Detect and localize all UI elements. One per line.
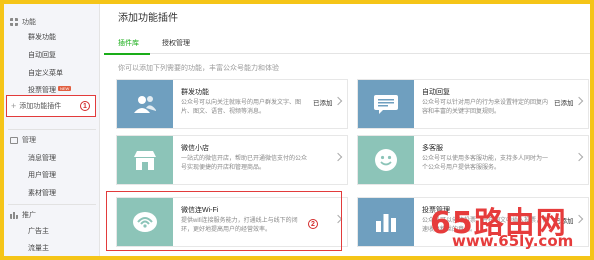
marker-1: 1 [80,101,90,111]
chevron-right-icon [333,152,343,162]
sidebar-item-broadcast[interactable]: 群发功能 [28,32,56,42]
sidebar-item-publisher[interactable]: 流量主 [28,243,49,253]
tab-plugin-library[interactable]: 插件库 [118,38,139,48]
chevron-right-icon [574,214,584,224]
section-label: 管理 [22,137,36,144]
plugin-card-customer-service[interactable]: 多客服 公众号可以使用多客服功能，支持多人同时为一个公众号用户提供客服服务。 [357,135,589,185]
sidebar-item-voting[interactable]: 投票管理 NEW [28,85,72,95]
card-description: 公众号可以使用多客服功能，支持多人同时为一个公众号用户提供客服服务。 [422,156,549,171]
card-description: 公众号可以针对用户的行为来设置特定的回复内容和丰富的关键字回复规则。 [422,100,549,115]
tab-bar: 插件库 授权管理 [104,36,590,54]
sidebar-item-label: 投票管理 [28,87,56,94]
chart-icon [10,211,18,219]
divider [8,204,96,205]
card-title: 微信小店 [181,145,209,152]
smile-icon [358,136,414,184]
bar-chart-icon [358,198,414,246]
wifi-highlight-box: 2 [106,191,342,251]
card-title: 多客服 [422,145,443,152]
card-title: 自动回复 [422,89,450,96]
intro-text: 你可以添加下列需要的功能，丰富公众号能力和体验 [118,65,279,72]
card-description: 公众号可以向关注就账号的用户群发文字、图片、图文、语音、视频等消息。 [181,100,302,115]
chevron-right-icon [333,96,343,106]
section-label: 功能 [22,19,36,26]
watermark-url: www.65ly.com [452,232,574,250]
add-plugin-button[interactable]: + 添加功能插件 1 [6,95,96,117]
section-manage: 管理 [10,135,36,145]
active-tab-indicator [104,53,150,55]
plugin-card-broadcast[interactable]: 群发功能 公众号可以向关注就账号的用户群发文字、图片、图文、语音、视频等消息。 … [116,79,348,129]
plugin-card-wechat-shop[interactable]: 微信小店 一站式的微信开店，帮助已开通微信支付的公众号实现便捷的开店和管理商品。 [116,135,348,185]
chat-message-icon [358,80,414,128]
section-label: 推广 [22,212,36,219]
divider [8,129,96,130]
section-promotion: 推广 [10,210,36,220]
chevron-right-icon [574,152,584,162]
page-title: 添加功能插件 [118,13,178,24]
add-plugin-label: 添加功能插件 [19,103,62,110]
card-description: 一站式的微信开店，帮助已开通微信支付的公众号实现便捷的开店和管理商品。 [181,156,308,171]
shop-icon [117,136,173,184]
added-status: 已添加 [554,100,574,107]
sidebar: 功能 群发功能 自动回复 自定义菜单 投票管理 NEW 管理 消息管理 用户管理 … [4,4,100,256]
plugin-card-auto-reply[interactable]: 自动回复 公众号可以针对用户的行为来设置特定的回复内容和丰富的关键字回复规则。 … [357,79,589,129]
card-title: 群发功能 [181,89,209,96]
folder-icon [10,136,18,144]
marker-2: 2 [308,219,318,229]
chevron-right-icon [574,96,584,106]
plus-icon: + [11,101,17,111]
sidebar-item-custom-menu[interactable]: 自定义菜单 [28,68,63,78]
broadcast-users-icon [117,80,173,128]
section-functions: 功能 [10,17,36,27]
sidebar-item-materials[interactable]: 素材管理 [28,188,56,198]
sidebar-item-auto-reply[interactable]: 自动回复 [28,50,56,60]
sidebar-item-advertiser[interactable]: 广告主 [28,226,49,236]
sidebar-item-messages[interactable]: 消息管理 [28,153,56,163]
sidebar-item-users[interactable]: 用户管理 [28,170,56,180]
tab-authorization[interactable]: 授权管理 [162,38,190,48]
added-status: 已添加 [313,100,333,107]
grid-icon [10,18,18,26]
new-badge: NEW [58,86,72,91]
